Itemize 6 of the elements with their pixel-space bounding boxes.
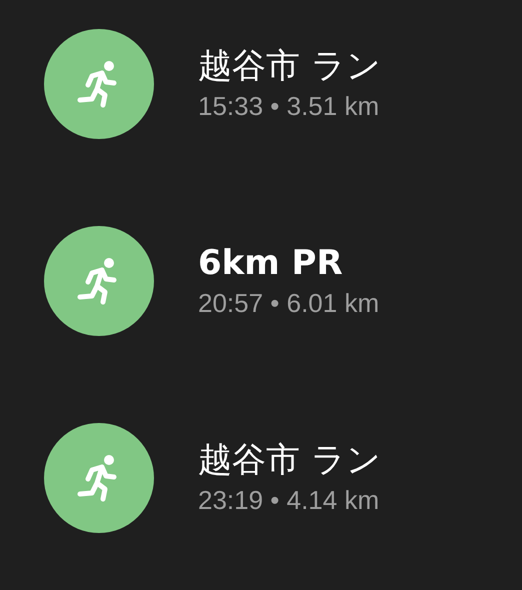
activity-title: 越谷市 ラン: [198, 45, 381, 88]
activity-summary: 23:19 • 4.14 km: [198, 484, 380, 517]
activity-title: 越谷市 ラン: [198, 439, 381, 482]
activity-summary: 15:33 • 3.51 km: [198, 90, 380, 123]
activity-title: 6km PR: [198, 242, 344, 285]
activity-summary: 20:57 • 6.01 km: [198, 287, 380, 320]
